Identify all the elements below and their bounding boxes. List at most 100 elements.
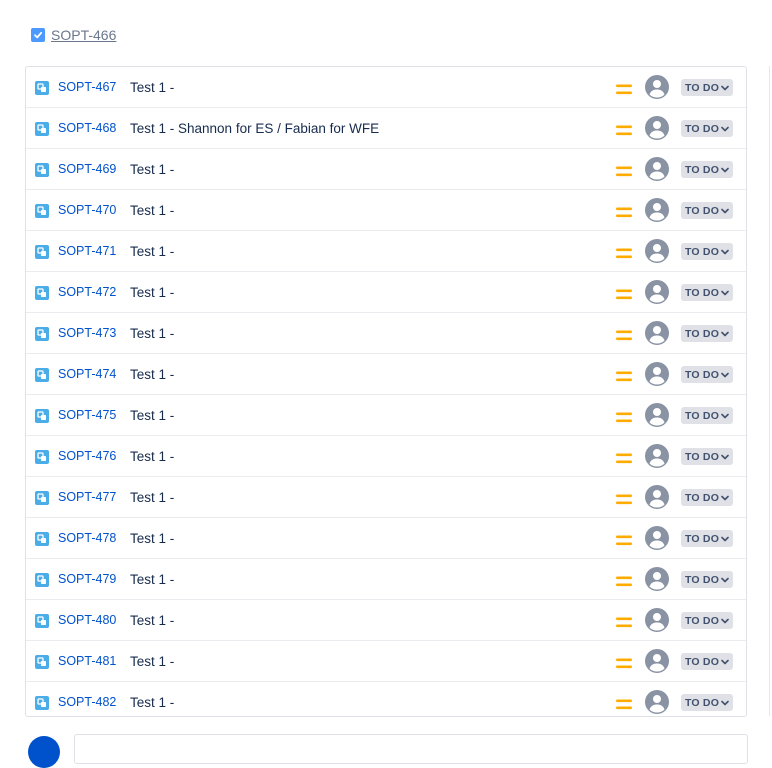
subtask-summary[interactable]: Test 1 - Shannon for ES / Fabian for WFE: [130, 121, 379, 136]
subtask-row[interactable]: SOPT-471 Test 1 - TO DO: [26, 231, 746, 272]
chevron-down-icon: [721, 413, 729, 418]
unassigned-avatar-icon[interactable]: [645, 239, 669, 263]
status-dropdown[interactable]: TO DO: [681, 161, 734, 178]
subtask-key-link[interactable]: SOPT-474: [58, 367, 116, 381]
status-dropdown[interactable]: TO DO: [681, 530, 734, 547]
subtask-summary[interactable]: Test 1 -: [130, 613, 174, 628]
status-dropdown[interactable]: TO DO: [681, 448, 734, 465]
subtask-key-link[interactable]: SOPT-481: [58, 654, 116, 668]
status-dropdown[interactable]: TO DO: [681, 366, 734, 383]
current-user-avatar: [28, 736, 60, 768]
unassigned-avatar-icon[interactable]: [645, 280, 669, 304]
status-dropdown[interactable]: TO DO: [681, 653, 734, 670]
status-dropdown[interactable]: TO DO: [681, 612, 734, 629]
priority-medium-icon: [616, 369, 632, 382]
subtask-summary[interactable]: Test 1 -: [130, 408, 174, 423]
unassigned-avatar-icon[interactable]: [645, 608, 669, 632]
unassigned-avatar-icon[interactable]: [645, 116, 669, 140]
unassigned-avatar-icon[interactable]: [645, 198, 669, 222]
subtask-row[interactable]: SOPT-479 Test 1 - TO DO: [26, 559, 746, 600]
subtask-key-link[interactable]: SOPT-469: [58, 162, 116, 176]
parent-issue-link[interactable]: SOPT-466: [31, 27, 116, 43]
status-dropdown[interactable]: TO DO: [681, 284, 734, 301]
subtask-key-link[interactable]: SOPT-467: [58, 80, 116, 94]
status-dropdown[interactable]: TO DO: [681, 571, 734, 588]
unassigned-avatar-icon[interactable]: [645, 362, 669, 386]
subtask-key-link[interactable]: SOPT-478: [58, 531, 116, 545]
subtask-key-link[interactable]: SOPT-471: [58, 244, 116, 258]
subtask-summary[interactable]: Test 1 -: [130, 326, 174, 341]
subtask-row[interactable]: SOPT-473 Test 1 - TO DO: [26, 313, 746, 354]
subtask-row[interactable]: SOPT-468 Test 1 - Shannon for ES / Fabia…: [26, 108, 746, 149]
subtask-summary[interactable]: Test 1 -: [130, 244, 174, 259]
subtask-row[interactable]: SOPT-470 Test 1 - TO DO: [26, 190, 746, 231]
subtask-key-link[interactable]: SOPT-470: [58, 203, 116, 217]
unassigned-avatar-icon[interactable]: [645, 649, 669, 673]
subtask-key-link[interactable]: SOPT-475: [58, 408, 116, 422]
subtask-summary[interactable]: Test 1 -: [130, 654, 174, 669]
subtask-key-link[interactable]: SOPT-473: [58, 326, 116, 340]
subtask-key-link[interactable]: SOPT-480: [58, 613, 116, 627]
chevron-down-icon: [721, 167, 729, 172]
status-dropdown[interactable]: TO DO: [681, 120, 734, 137]
status-dropdown[interactable]: TO DO: [681, 325, 734, 342]
subtask-summary[interactable]: Test 1 -: [130, 695, 174, 710]
subtask-summary[interactable]: Test 1 -: [130, 449, 174, 464]
status-dropdown[interactable]: TO DO: [681, 694, 734, 711]
priority-medium-icon: [616, 574, 632, 587]
parent-issue-key[interactable]: SOPT-466: [51, 27, 116, 43]
subtask-icon: [35, 655, 49, 669]
status-label: TO DO: [685, 122, 720, 135]
priority-medium-icon: [616, 451, 632, 464]
subtask-row[interactable]: SOPT-477 Test 1 - TO DO: [26, 477, 746, 518]
subtask-key-link[interactable]: SOPT-472: [58, 285, 116, 299]
comment-input[interactable]: [74, 734, 748, 764]
unassigned-avatar-icon[interactable]: [645, 526, 669, 550]
unassigned-avatar-icon[interactable]: [645, 321, 669, 345]
unassigned-avatar-icon[interactable]: [645, 75, 669, 99]
priority-medium-icon: [616, 410, 632, 423]
priority-medium-icon: [616, 164, 632, 177]
subtask-row[interactable]: SOPT-482 Test 1 - TO DO: [26, 682, 746, 716]
chevron-down-icon: [721, 249, 729, 254]
status-dropdown[interactable]: TO DO: [681, 202, 734, 219]
chevron-down-icon: [721, 85, 729, 90]
subtask-row[interactable]: SOPT-478 Test 1 - TO DO: [26, 518, 746, 559]
status-dropdown[interactable]: TO DO: [681, 407, 734, 424]
chevron-down-icon: [721, 372, 729, 377]
unassigned-avatar-icon[interactable]: [645, 690, 669, 714]
subtask-summary[interactable]: Test 1 -: [130, 203, 174, 218]
unassigned-avatar-icon[interactable]: [645, 567, 669, 591]
chevron-down-icon: [721, 454, 729, 459]
unassigned-avatar-icon[interactable]: [645, 485, 669, 509]
subtask-summary[interactable]: Test 1 -: [130, 162, 174, 177]
priority-medium-icon: [616, 697, 632, 710]
subtask-summary[interactable]: Test 1 -: [130, 285, 174, 300]
subtask-row[interactable]: SOPT-469 Test 1 - TO DO: [26, 149, 746, 190]
subtask-row[interactable]: SOPT-480 Test 1 - TO DO: [26, 600, 746, 641]
subtask-key-link[interactable]: SOPT-479: [58, 572, 116, 586]
subtask-row[interactable]: SOPT-474 Test 1 - TO DO: [26, 354, 746, 395]
subtask-summary[interactable]: Test 1 -: [130, 80, 174, 95]
subtask-summary[interactable]: Test 1 -: [130, 572, 174, 587]
chevron-down-icon: [721, 290, 729, 295]
subtask-row[interactable]: SOPT-472 Test 1 - TO DO: [26, 272, 746, 313]
subtask-row[interactable]: SOPT-481 Test 1 - TO DO: [26, 641, 746, 682]
status-dropdown[interactable]: TO DO: [681, 243, 734, 260]
subtask-summary[interactable]: Test 1 -: [130, 531, 174, 546]
unassigned-avatar-icon[interactable]: [645, 157, 669, 181]
subtask-key-link[interactable]: SOPT-476: [58, 449, 116, 463]
status-dropdown[interactable]: TO DO: [681, 489, 734, 506]
subtask-summary[interactable]: Test 1 -: [130, 367, 174, 382]
subtask-row[interactable]: SOPT-467 Test 1 - TO DO: [26, 67, 746, 108]
subtask-summary[interactable]: Test 1 -: [130, 490, 174, 505]
status-dropdown[interactable]: TO DO: [681, 79, 734, 96]
subtask-row[interactable]: SOPT-475 Test 1 - TO DO: [26, 395, 746, 436]
subtask-key-link[interactable]: SOPT-482: [58, 695, 116, 709]
chevron-down-icon: [721, 126, 729, 131]
subtask-key-link[interactable]: SOPT-477: [58, 490, 116, 504]
subtask-row[interactable]: SOPT-476 Test 1 - TO DO: [26, 436, 746, 477]
unassigned-avatar-icon[interactable]: [645, 444, 669, 468]
subtask-key-link[interactable]: SOPT-468: [58, 121, 116, 135]
unassigned-avatar-icon[interactable]: [645, 403, 669, 427]
